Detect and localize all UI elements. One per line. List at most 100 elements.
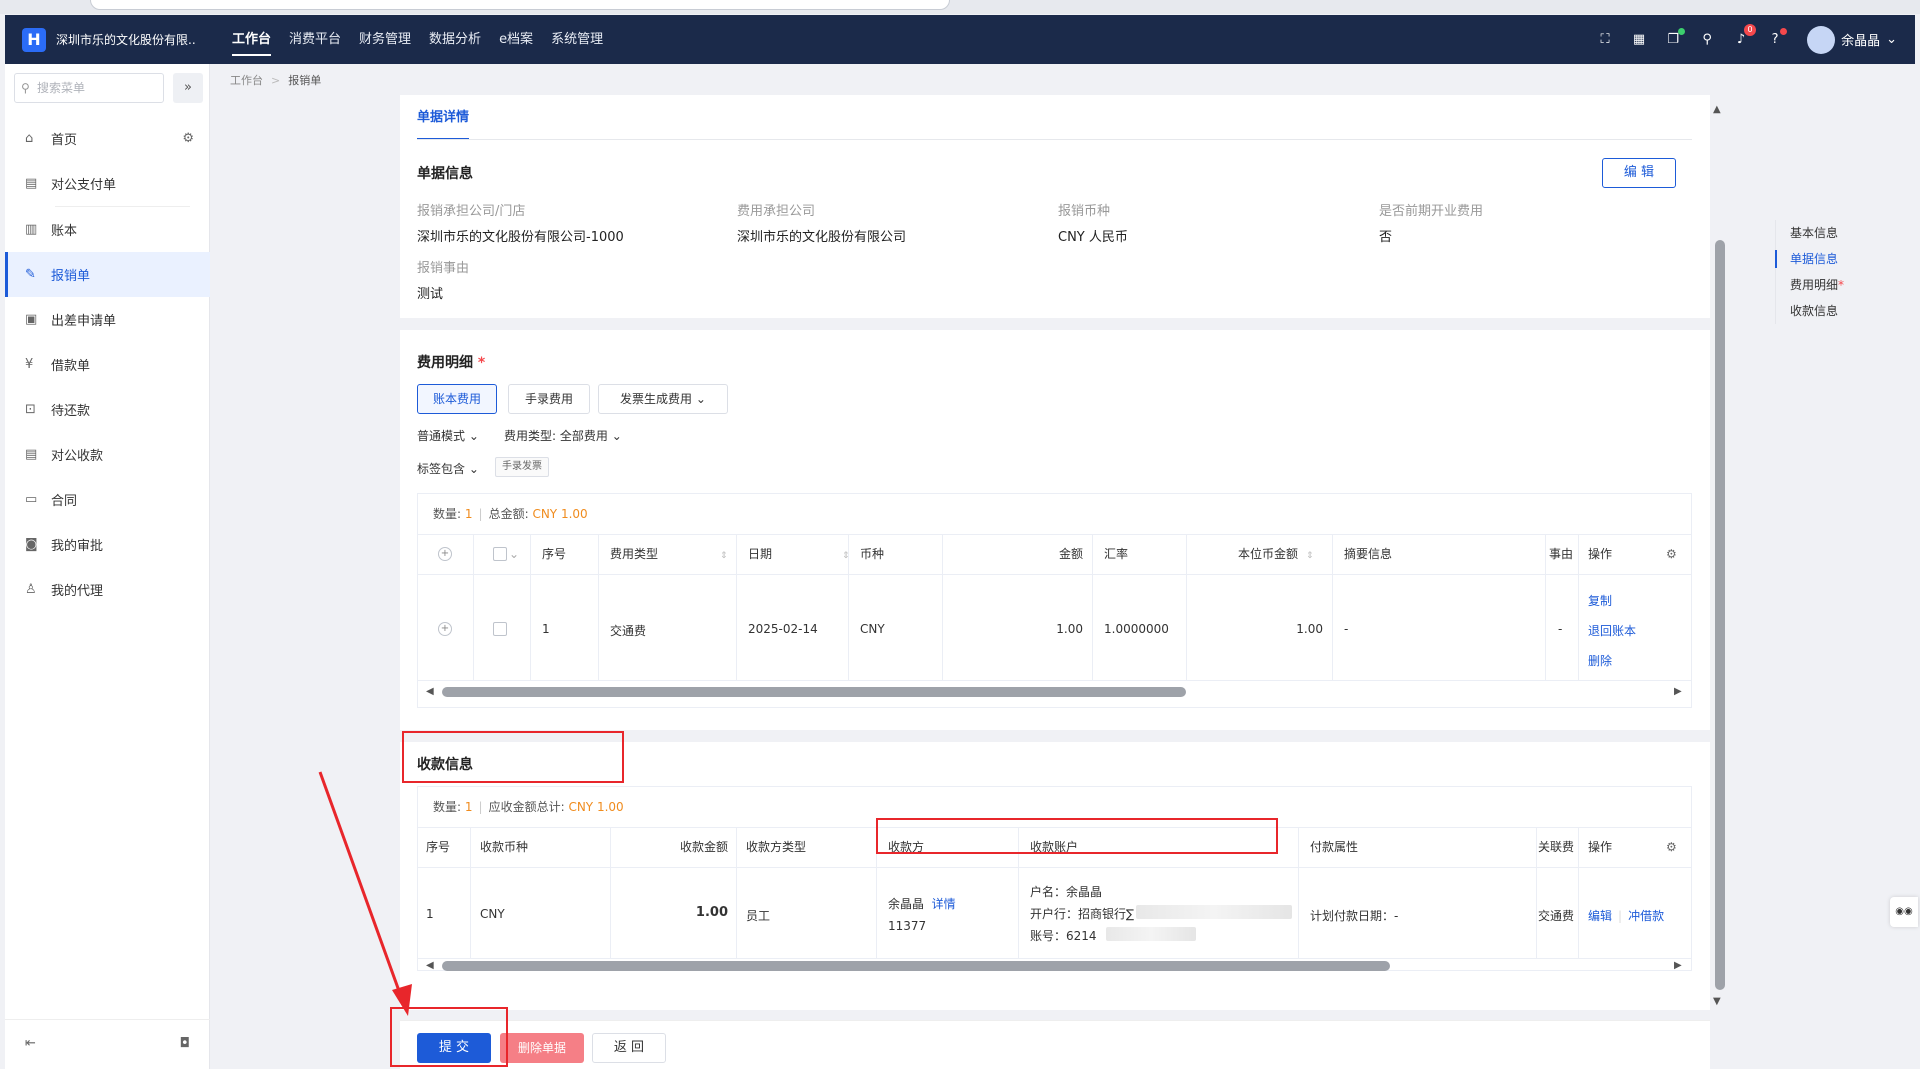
avatar[interactable] [1807, 25, 1836, 54]
payee-detail-link[interactable]: 详情 [932, 897, 956, 911]
anchor-basic-info[interactable]: 基本信息 [1776, 220, 1844, 246]
col-divider [530, 534, 531, 680]
tag-filter[interactable]: 标签包含 ⌄ [417, 460, 479, 477]
invoice-expense-dropdown[interactable]: 发票生成费用 ⌄ [598, 384, 728, 414]
highlight-payee-title [402, 731, 624, 783]
sidebar-item-approval[interactable]: ◙ 我的审批 [5, 522, 210, 567]
nav-earchive[interactable]: e档案 [499, 15, 533, 64]
cell-actions: 编辑 | 冲借款 [1588, 907, 1664, 924]
edit-button[interactable]: 编 辑 [1602, 158, 1676, 188]
breadcrumb-separator: > [271, 74, 281, 87]
home-icon: ⌂ [25, 131, 34, 146]
required-mark: * [477, 355, 486, 371]
expand-row-icon[interactable]: + [438, 622, 452, 636]
required-mark: * [1838, 278, 1845, 292]
sidebar-item-receipt[interactable]: ▤ 对公收款 [5, 432, 210, 477]
nav-consumption[interactable]: 消费平台 [289, 15, 341, 64]
sort-icon[interactable]: ⇕ [720, 551, 728, 561]
col-header-type[interactable]: 费用类型 ⇕ [610, 534, 728, 574]
nav-analytics[interactable]: 数据分析 [429, 15, 481, 64]
nav-workbench[interactable]: 工作台 [232, 15, 272, 64]
sidebar-item-ledger[interactable]: ▥ 账本 [5, 207, 210, 252]
vertical-scrollbar[interactable] [1715, 240, 1725, 990]
chevron-down-icon[interactable]: ⌄ [509, 547, 519, 561]
scroll-down-icon[interactable]: ▼ [1713, 996, 1721, 1007]
expand-menu-button[interactable]: » [173, 73, 203, 103]
payee-summary: 数量: 1 | 应收金额总计: CNY 1.00 [433, 798, 624, 815]
row-checkbox[interactable] [493, 622, 507, 636]
sidebar-item-contract[interactable]: ▭ 合同 [5, 477, 210, 522]
sidebar-item-reimbursement[interactable]: ✎ 报销单 [5, 252, 210, 297]
scroll-left-icon[interactable]: ◀ [426, 686, 434, 697]
company-name[interactable]: 深圳市乐的文化股份有限... [56, 31, 196, 48]
gear-icon[interactable]: ⚙ [182, 131, 194, 146]
gear-icon[interactable]: ⚙ [1666, 827, 1677, 867]
apps-grid-icon[interactable]: ▦ [1631, 32, 1647, 48]
sidebar-item-home[interactable]: ⌂ 首页 ⚙ [5, 116, 210, 161]
horizontal-scrollbar[interactable] [442, 687, 1186, 697]
delete-link[interactable]: 删除 [1588, 652, 1612, 669]
return-ledger-link[interactable]: 退回账本 [1588, 622, 1636, 639]
sidebar-item-label: 合同 [51, 494, 78, 509]
sidebar-item-label: 出差申请单 [51, 314, 117, 329]
cell-date: 2025-02-14 [748, 622, 818, 636]
sidebar-item-payment[interactable]: ▤ 对公支付单 [5, 161, 210, 206]
repay-icon: ⊡ [25, 402, 36, 417]
sidebar-item-travel[interactable]: ▣ 出差申请单 [5, 297, 210, 342]
sidebar-item-repay[interactable]: ⊡ 待还款 [5, 387, 210, 432]
col-header-base-amount[interactable]: 本位币金额 ⇕ [1238, 534, 1314, 574]
type-filter[interactable]: 费用类型: 全部费用 ⌄ [504, 427, 622, 444]
ledger-expense-button[interactable]: 账本费用 [417, 384, 497, 414]
chevron-down-icon[interactable]: ⌄ [1886, 32, 1897, 47]
breadcrumb-home[interactable]: 工作台 [230, 74, 263, 87]
copy-link[interactable]: 复制 [1588, 592, 1612, 609]
anchor-payee[interactable]: 收款信息 [1776, 298, 1844, 324]
anchor-expense[interactable]: 费用明细* [1776, 272, 1844, 298]
mode-filter[interactable]: 普通模式 ⌄ [417, 427, 479, 444]
field-value: 否 [1379, 230, 1393, 245]
float-helper-icon[interactable]: ◉◉ [1890, 897, 1918, 927]
col-header-date[interactable]: 日期 ⇕ [748, 534, 850, 574]
col-header-actions: 操作 [1588, 547, 1613, 561]
sidebar-item-loan[interactable]: ¥ 借款单 [5, 342, 210, 387]
scroll-up-icon[interactable]: ▲ [1713, 104, 1721, 115]
browser-address-bar[interactable] [90, 0, 950, 10]
user-name[interactable]: 余晶晶 [1841, 30, 1880, 49]
delete-doc-button[interactable]: 删除单据 [500, 1033, 584, 1063]
doc-info-title: 单据信息 [417, 166, 473, 182]
tasks-icon[interactable]: ❐ [1665, 27, 1686, 48]
notification-badge: 0 [1744, 23, 1757, 36]
camera-icon[interactable]: ◘ [180, 1036, 190, 1051]
account-bank: 开户行：招商银行∑ [1030, 907, 1135, 921]
menu-search-input[interactable]: ⚲ 搜索菜单 [14, 73, 164, 103]
fullscreen-icon[interactable]: ⛶ [1597, 32, 1613, 48]
header-tools: ⛶ ▦ ❐ ⚲ ♪ 0 ? 余晶晶 ⌄ [1579, 23, 1915, 54]
help-icon[interactable]: ? [1767, 27, 1788, 48]
offset-loan-link[interactable]: 冲借款 [1628, 909, 1664, 923]
tab-doc-detail[interactable]: 单据详情 [417, 95, 470, 140]
scroll-right-icon[interactable]: ▶ [1674, 686, 1682, 697]
select-all-checkbox[interactable] [493, 547, 507, 561]
doc-info-card: 单据详情 单据信息 编 辑 报销承担公司/门店 深圳市乐的文化股份有限公司-10… [400, 95, 1710, 318]
sort-icon[interactable]: ⇕ [1306, 551, 1314, 561]
tag-chip[interactable]: 手录发票 [495, 457, 549, 477]
nav-system[interactable]: 系统管理 [551, 15, 603, 64]
scroll-left-icon[interactable]: ◀ [426, 960, 434, 971]
back-button[interactable]: 返 回 [592, 1033, 666, 1063]
anchor-doc-info[interactable]: 单据信息 [1774, 246, 1844, 272]
edit-link[interactable]: 编辑 [1588, 909, 1612, 923]
scroll-right-icon[interactable]: ▶ [1674, 960, 1682, 971]
manual-expense-button[interactable]: 手录费用 [508, 384, 590, 414]
bell-icon[interactable]: ♪ 0 [1733, 23, 1757, 48]
payee-id: 11377 [888, 919, 927, 933]
location-icon[interactable]: ⚲ [1699, 32, 1715, 48]
nav-finance[interactable]: 财务管理 [359, 15, 411, 64]
gear-icon[interactable]: ⚙ [1666, 534, 1677, 574]
sidebar-item-agent[interactable]: ♙ 我的代理 [5, 567, 210, 612]
sidebar-item-label: 账本 [51, 224, 78, 239]
collapse-sidebar-icon[interactable]: ⇤ [25, 1036, 36, 1051]
expand-all-icon[interactable]: + [438, 547, 452, 561]
payee-table: 数量: 1 | 应收金额总计: CNY 1.00 序号 收款币种 收款金额 收款方类… [417, 786, 1692, 971]
field-value: 深圳市乐的文化股份有限公司-1000 [417, 230, 624, 245]
horizontal-scrollbar[interactable] [442, 961, 1390, 971]
